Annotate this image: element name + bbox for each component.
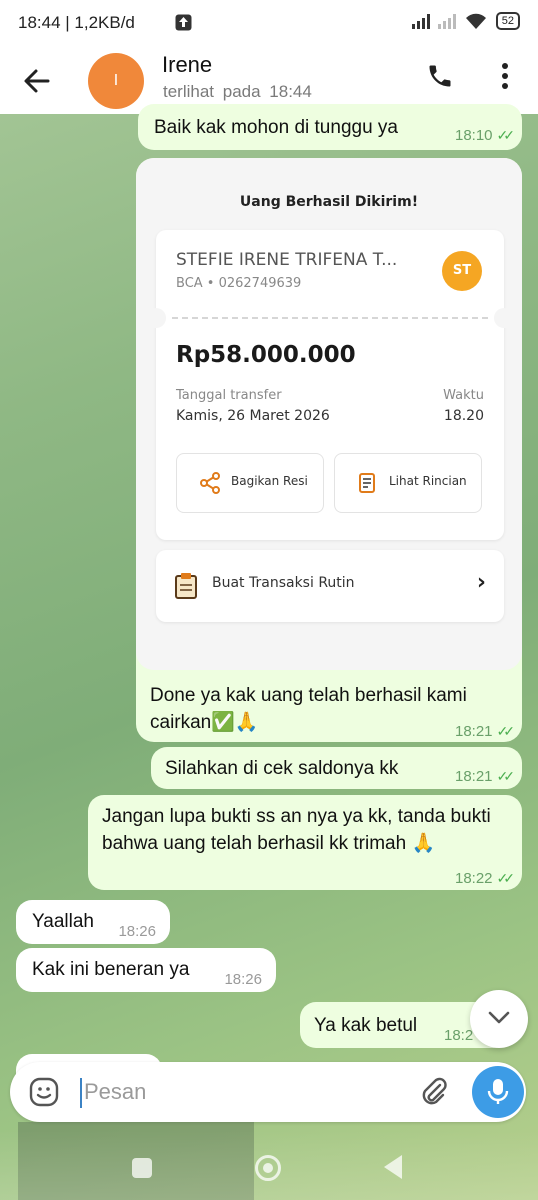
message-bubble-incoming[interactable]: Kak ini beneran ya 18:26 [16, 948, 276, 992]
back-nav-icon[interactable] [384, 1155, 402, 1179]
text-caret [80, 1078, 82, 1108]
date-label: Tanggal transfer [176, 388, 282, 403]
share-icon [200, 472, 220, 494]
phone-icon[interactable] [426, 62, 454, 90]
message-time: 18:26 [224, 971, 262, 988]
time-value: 18.20 [443, 408, 484, 424]
battery-icon: 52 [495, 12, 520, 30]
view-details-label: Lihat Rincian [389, 474, 467, 488]
mic-icon [487, 1079, 509, 1104]
contact-avatar[interactable]: I [88, 53, 144, 109]
transfer-receipt-image[interactable]: Uang Berhasil Dikirim! STEFIE IRENE TRIF… [136, 158, 522, 670]
message-bubble-incoming[interactable]: Yaallah 18:26 [16, 900, 170, 944]
share-receipt-label: Bagikan Resi [231, 474, 308, 488]
message-input[interactable] [84, 1074, 404, 1110]
emoji-icon[interactable] [28, 1076, 60, 1108]
last-seen-status: terlihat pada 18:44 [163, 82, 312, 101]
message-time: 18:2 [444, 1027, 474, 1044]
recents-icon[interactable] [132, 1158, 152, 1178]
status-icons: 52 [411, 12, 520, 30]
wifi-icon [465, 13, 486, 29]
message-text: Yaallah [32, 911, 94, 932]
back-arrow-icon[interactable] [22, 66, 52, 96]
transfer-amount: Rp58.000.000 [176, 342, 356, 368]
more-vert-icon[interactable] [500, 62, 510, 90]
message-text: Jangan lupa bukti ss an nya ya kk, tanda… [102, 806, 491, 854]
recipient-avatar: ST [442, 251, 482, 291]
receipt-title: Uang Berhasil Dikirim! [239, 194, 419, 210]
message-time: 18:21 ✓✓ [454, 723, 516, 740]
document-icon [359, 473, 375, 493]
message-bubble-outgoing[interactable]: Baik kak mohon di tunggu ya 18:10 ✓✓ [138, 104, 522, 150]
receipt-notch-left [146, 308, 166, 328]
recipient-bank: BCA • 0262749639 [176, 276, 302, 291]
read-ticks-icon: ✓✓ [496, 768, 516, 784]
message-time: 18:26 [118, 923, 156, 940]
attach-icon[interactable] [418, 1076, 450, 1108]
message-text: Kak ini beneran ya [32, 959, 190, 980]
scroll-to-bottom-button[interactable] [470, 990, 528, 1048]
contact-name[interactable]: Irene [162, 52, 212, 78]
routine-transaction-row: Buat Transaksi Rutin › [156, 550, 504, 622]
status-time: 18:44 | 1,2KB/d [18, 13, 135, 32]
message-bubble-outgoing[interactable]: Silahkan di cek saldonya kk 18:21 ✓✓ [151, 747, 522, 789]
read-ticks-icon: ✓✓ [496, 127, 516, 143]
view-details-button: Lihat Rincian [334, 453, 482, 513]
message-composer [10, 1062, 526, 1122]
chevron-down-icon [488, 1011, 510, 1024]
upload-icon [175, 14, 192, 31]
date-value: Kamis, 26 Maret 2026 [176, 408, 330, 424]
message-time: 18:22 ✓✓ [454, 870, 516, 887]
read-ticks-icon: ✓✓ [496, 870, 516, 886]
message-text: Ya kak betul [314, 1015, 418, 1036]
message-text: Silahkan di cek saldonya kk [165, 758, 399, 779]
mic-button[interactable] [472, 1066, 524, 1118]
chevron-right-icon: › [476, 570, 486, 595]
share-receipt-button: Bagikan Resi [176, 453, 324, 513]
receipt-notch-right [494, 308, 514, 328]
signal-icon [411, 13, 430, 29]
time-label: Waktu [443, 388, 484, 403]
signal-icon-2 [437, 13, 456, 29]
receipt-divider [172, 317, 488, 319]
routine-transaction-label: Buat Transaksi Rutin [212, 575, 355, 591]
status-bar: 18:44 | 1,2KB/d 52 [0, 0, 538, 48]
receipt-card: STEFIE IRENE TRIFENA T... BCA • 02627496… [146, 230, 514, 540]
message-time: 18:10 ✓✓ [454, 127, 516, 144]
message-bubble-outgoing[interactable]: Jangan lupa bukti ss an nya ya kk, tanda… [88, 795, 522, 890]
message-time: 18:21 ✓✓ [454, 768, 516, 785]
recipient-name: STEFIE IRENE TRIFENA T... [176, 250, 398, 270]
message-text: Baik kak mohon di tunggu ya [154, 117, 398, 138]
home-icon[interactable] [255, 1155, 281, 1181]
clipboard-icon [175, 573, 197, 599]
read-ticks-icon: ✓✓ [496, 723, 516, 739]
